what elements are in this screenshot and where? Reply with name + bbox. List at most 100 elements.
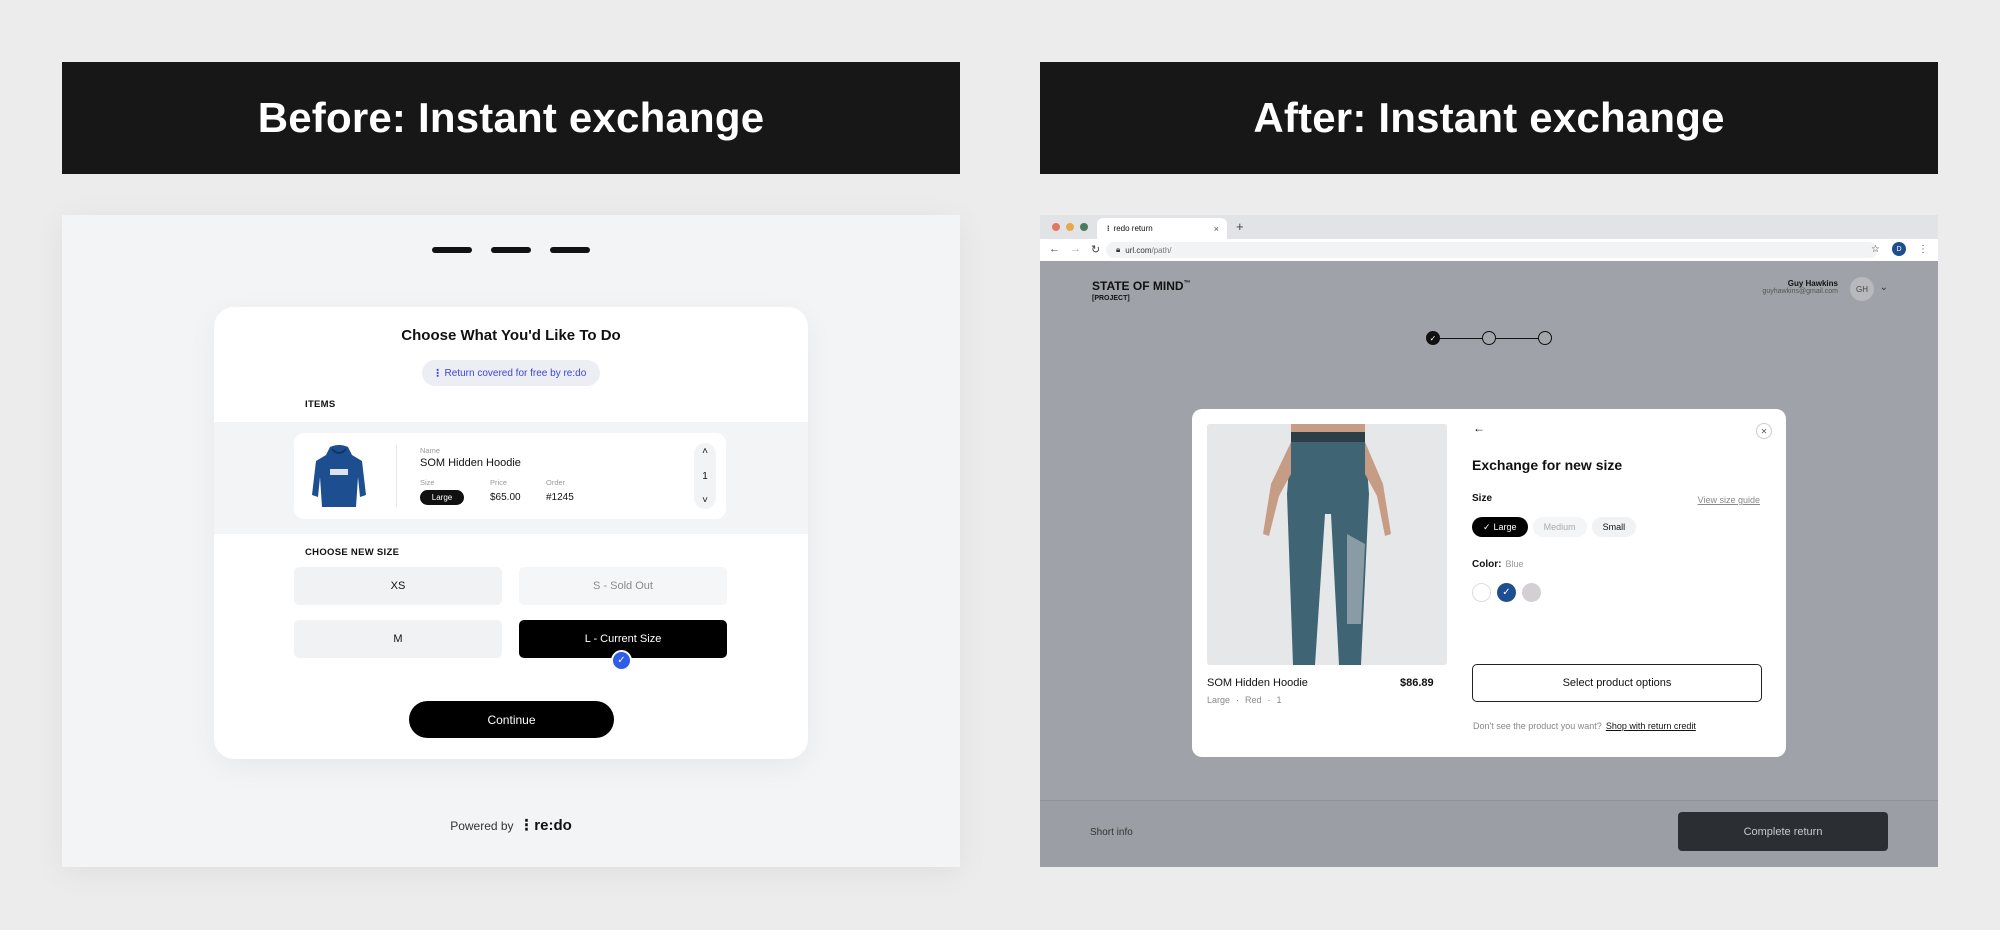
- after-screenshot: ⁝ redo return × + ← → ↻ 🔒︎ url.com/path/…: [1040, 215, 1938, 867]
- close-tab-icon[interactable]: ×: [1214, 224, 1219, 234]
- user-avatar[interactable]: GH: [1850, 277, 1874, 301]
- item-band: Name SOM Hidden Hoodie Size Large Price …: [214, 422, 808, 534]
- product-name: SOM Hidden Hoodie: [1207, 677, 1308, 689]
- redo-logo-icon: ⁝: [435, 366, 440, 380]
- card-title: Choose What You'd Like To Do: [401, 327, 621, 344]
- back-icon[interactable]: ←: [1049, 243, 1060, 256]
- product-price: $86.89: [1400, 677, 1434, 689]
- continue-button[interactable]: Continue: [409, 701, 614, 738]
- nav-buttons: ← → ↻: [1049, 243, 1100, 256]
- size-option-xs[interactable]: XS: [294, 567, 502, 605]
- step-dot: [1482, 331, 1496, 345]
- user-email: guyhawkins@gmail.com: [1762, 288, 1838, 295]
- size-option-m[interactable]: M: [294, 620, 502, 658]
- before-header: Before: Instant exchange: [62, 62, 960, 174]
- item-divider: [396, 445, 397, 507]
- check-icon: ✓: [1483, 521, 1491, 532]
- product-meta: Large · Red · 1: [1207, 695, 1282, 705]
- meta-size: Large: [1207, 695, 1231, 705]
- bottom-bar: Short info Complete return: [1040, 800, 1938, 867]
- swatch-gray[interactable]: [1522, 583, 1541, 602]
- size-option-s[interactable]: S - Sold Out: [519, 567, 727, 605]
- size-chip-medium[interactable]: Medium: [1532, 517, 1587, 537]
- size-chip-large[interactable]: ✓ Large: [1472, 517, 1528, 537]
- size-guide-link[interactable]: View size guide: [1698, 495, 1760, 505]
- item-price: $65.00: [490, 492, 521, 503]
- footer-question: Don't see the product you want?: [1473, 721, 1602, 731]
- lock-icon: 🔒︎: [1116, 245, 1121, 254]
- checkmark-icon: ✓: [611, 650, 632, 671]
- coverage-pill: ⁝ Return covered for free by re:do: [422, 360, 600, 386]
- size-label: Size: [1472, 493, 1493, 504]
- meta-quantity: 1: [1276, 695, 1282, 705]
- meta-separator: ·: [1236, 695, 1240, 705]
- step-dot: [432, 247, 472, 253]
- size-chips: ✓ Large Medium Small: [1472, 517, 1637, 537]
- after-header: After: Instant exchange: [1040, 62, 1938, 174]
- back-arrow-icon[interactable]: ←: [1473, 421, 1485, 435]
- exchange-card: Choose What You'd Like To Do ⁝ Return co…: [214, 307, 808, 759]
- user-name: Guy Hawkins: [1787, 279, 1838, 288]
- chevron-down-icon[interactable]: ⌄: [1880, 282, 1888, 293]
- redo-logo-icon: ⁝: [523, 815, 530, 835]
- size-option-l-label: L - Current Size: [584, 633, 662, 645]
- browser-toolbar: ← → ↻ 🔒︎ url.com/path/ ☆ D ⋮: [1040, 239, 1938, 262]
- progress-steps: ✓: [1426, 331, 1552, 347]
- exchange-modal: SOM Hidden Hoodie $86.89 Large · Red · 1…: [1192, 409, 1786, 757]
- select-options-button[interactable]: Select product options: [1472, 664, 1762, 702]
- coverage-text: Return covered for free by re:do: [444, 367, 587, 379]
- step-indicator: [432, 247, 590, 253]
- address-bar[interactable]: 🔒︎ url.com/path/: [1106, 242, 1878, 258]
- check-icon: ✓: [1502, 587, 1511, 598]
- close-window-icon[interactable]: [1052, 223, 1060, 231]
- swatch-white[interactable]: [1472, 583, 1491, 602]
- modal-title: Exchange for new size: [1472, 457, 1623, 473]
- size-option-l[interactable]: L - Current Size ✓: [519, 620, 727, 671]
- choose-size-label: CHOOSE NEW SIZE: [305, 547, 400, 558]
- size-label: Size: [420, 478, 435, 487]
- order-number: #1245: [546, 492, 574, 503]
- product-image: [1207, 424, 1447, 665]
- maximize-window-icon[interactable]: [1080, 223, 1088, 231]
- leggings-image: [1207, 424, 1447, 665]
- meta-separator: ·: [1267, 695, 1271, 705]
- tab-title: redo return: [1113, 224, 1153, 233]
- browser-tab-bar: ⁝ redo return × +: [1040, 215, 1938, 239]
- name-label: Name: [420, 446, 441, 455]
- shop-credit-link[interactable]: Shop with return credit: [1606, 721, 1696, 731]
- color-label-text: Color:: [1472, 559, 1502, 570]
- color-label: Color: Blue: [1472, 559, 1523, 570]
- new-tab-icon[interactable]: +: [1236, 219, 1244, 234]
- items-label: ITEMS: [305, 399, 336, 410]
- reload-icon[interactable]: ↻: [1091, 243, 1100, 256]
- powered-by: Powered by ⁝ re:do: [62, 815, 960, 836]
- forward-icon[interactable]: →: [1070, 243, 1081, 256]
- brand-subtitle: [PROJECT]: [1092, 295, 1130, 302]
- step-dot: [1538, 331, 1552, 345]
- redo-logo: ⁝ re:do: [524, 815, 572, 836]
- before-screenshot: Choose What You'd Like To Do ⁝ Return co…: [62, 215, 960, 867]
- more-menu-icon[interactable]: ⋮: [1918, 244, 1928, 255]
- price-label: Price: [490, 478, 508, 487]
- color-swatches: ✓: [1472, 583, 1541, 602]
- complete-return-button[interactable]: Complete return: [1678, 812, 1888, 851]
- chevron-up-icon[interactable]: ˄: [702, 446, 708, 457]
- meta-color: Red: [1245, 695, 1262, 705]
- size-chip-small[interactable]: Small: [1591, 517, 1637, 537]
- quantity-stepper[interactable]: ˄ 1 ˅: [694, 443, 716, 509]
- hoodie-image: [312, 445, 366, 507]
- short-info: Short info: [1090, 827, 1133, 838]
- url-path: /path/: [1151, 245, 1172, 255]
- quantity-value: 1: [702, 470, 708, 482]
- star-icon[interactable]: ☆: [1871, 244, 1880, 255]
- chevron-down-icon[interactable]: ˅: [702, 495, 708, 506]
- step-dot: [491, 247, 531, 253]
- powered-by-text: Powered by: [450, 818, 514, 833]
- user-info: Guy Hawkins guyhawkins@gmail.com: [1762, 279, 1838, 295]
- swatch-blue[interactable]: ✓: [1497, 583, 1516, 602]
- close-icon[interactable]: ✕: [1756, 423, 1772, 439]
- browser-tab[interactable]: ⁝ redo return ×: [1097, 218, 1227, 239]
- profile-avatar[interactable]: D: [1892, 242, 1906, 256]
- size-badge: Large: [420, 490, 464, 505]
- minimize-window-icon[interactable]: [1066, 223, 1074, 231]
